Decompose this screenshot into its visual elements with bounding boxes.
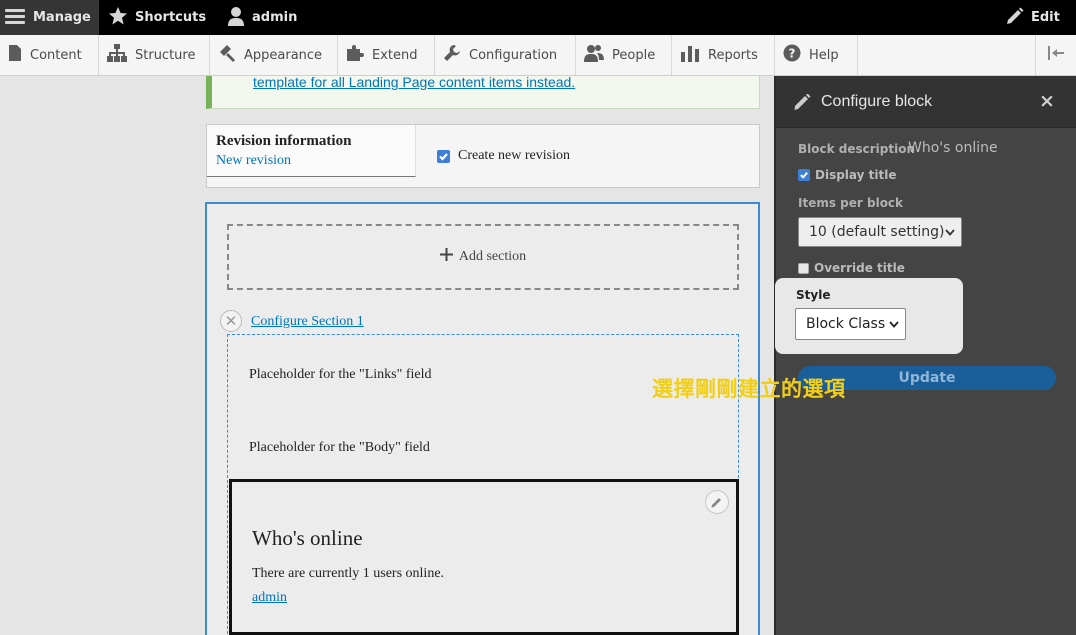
configure-block-dialog: Configure block × Block description Who'…: [774, 76, 1076, 635]
manage-tab[interactable]: Manage: [0, 0, 99, 35]
orientation-toggle[interactable]: [1035, 35, 1076, 75]
close-icon: ✕: [224, 312, 238, 330]
user-icon: [227, 6, 245, 30]
document-icon: [8, 45, 22, 65]
tutorial-annotation: 選擇剛剛建立的選項: [652, 377, 846, 401]
dialog-header: Configure block ×: [776, 76, 1076, 128]
shortcuts-tab[interactable]: Shortcuts: [108, 0, 206, 35]
placeholder-links: Placeholder for the "Links" field: [249, 367, 432, 382]
style-label: Style: [796, 288, 831, 302]
svg-text:?: ?: [789, 47, 796, 61]
override-title-label: Override title: [814, 261, 905, 275]
items-per-block-label: Items per block: [798, 196, 904, 210]
tray-item-label: Structure: [135, 47, 196, 63]
admin-tray: Content Structure Appearance Extend Conf…: [0, 35, 1076, 76]
hamburger-icon: [4, 6, 26, 30]
checkbox-checked-icon[interactable]: [437, 149, 450, 163]
paint-icon: [218, 44, 236, 66]
create-revision-checkbox[interactable]: Create new revision: [437, 148, 570, 164]
block-user-link[interactable]: admin: [252, 590, 287, 606]
revision-box: Revision information New revision Create…: [206, 124, 760, 188]
tray-item-appearance[interactable]: Appearance: [210, 35, 338, 75]
tray-item-label: Configuration: [469, 47, 558, 63]
message-link[interactable]: template for all Landing Page content it…: [253, 76, 575, 90]
create-revision-label: Create new revision: [458, 148, 570, 163]
tray-item-content[interactable]: Content: [0, 35, 99, 75]
block-text: There are currently 1 users online.: [252, 566, 445, 581]
whos-online-block[interactable]: Who's online There are currently 1 users…: [229, 479, 739, 635]
display-title-checkbox[interactable]: Display title: [798, 168, 897, 182]
tray-item-structure[interactable]: Structure: [99, 35, 210, 75]
manage-label: Manage: [33, 10, 91, 25]
people-icon: [584, 44, 604, 66]
tray-item-label: Appearance: [244, 47, 323, 63]
shortcuts-label: Shortcuts: [135, 10, 207, 25]
style-select-value: Block Class: [806, 316, 886, 332]
override-title-checkbox[interactable]: Override title: [798, 261, 905, 275]
items-per-block-select[interactable]: 10 (default setting): [798, 217, 962, 247]
pencil-icon: [794, 93, 811, 115]
layout-builder: Add section ✕ Configure Section 1 Placeh…: [205, 202, 760, 635]
tray-item-configuration[interactable]: Configuration: [435, 35, 576, 75]
items-per-block-value: 10 (default setting): [809, 224, 945, 240]
user-label: admin: [252, 10, 298, 25]
close-button[interactable]: ×: [1039, 90, 1055, 112]
plus-icon: [439, 248, 453, 266]
dialog-title: Configure block: [821, 93, 933, 110]
chevron-down-icon: [889, 316, 899, 332]
revision-tab[interactable]: Revision information New revision: [207, 125, 416, 177]
pin-icon: [1047, 46, 1065, 64]
revision-subtitle: New revision: [216, 153, 292, 168]
tray-item-help[interactable]: ? Help: [775, 35, 858, 75]
block-description-value: Who's online: [908, 140, 998, 156]
tray-item-extend[interactable]: Extend: [338, 35, 435, 75]
help-icon: ?: [783, 44, 801, 66]
edit-tab[interactable]: Edit: [1006, 0, 1060, 35]
chevron-down-icon: [945, 224, 955, 240]
add-section-label: Add section: [458, 249, 527, 264]
tray-item-reports[interactable]: Reports: [672, 35, 775, 75]
revision-title: Revision information: [216, 133, 352, 149]
tray-item-label: Content: [30, 47, 82, 63]
tray-item-label: Extend: [372, 47, 418, 63]
puzzle-icon: [346, 44, 364, 66]
bar-chart-icon: [680, 44, 700, 66]
status-message: template for all Landing Page content it…: [206, 76, 760, 109]
contextual-edit-button[interactable]: [705, 490, 729, 514]
main-content: template for all Landing Page content it…: [0, 76, 774, 635]
display-title-label: Display title: [815, 168, 897, 182]
style-select[interactable]: Block Class: [795, 308, 906, 340]
checkbox-unchecked-icon[interactable]: [798, 262, 809, 274]
tray-item-people[interactable]: People: [576, 35, 672, 75]
add-section-button[interactable]: Add section: [227, 224, 739, 290]
style-field-highlight: Style Block Class: [775, 278, 963, 354]
admin-toolbar: Manage Shortcuts admin Edit: [0, 0, 1076, 35]
remove-section-button[interactable]: ✕: [220, 310, 242, 332]
tray-item-label: People: [612, 47, 656, 63]
user-tab[interactable]: admin: [227, 0, 297, 35]
block-title: Who's online: [252, 526, 363, 550]
star-icon: [108, 6, 128, 30]
wrench-icon: [443, 44, 461, 66]
sitemap-icon: [107, 44, 127, 66]
placeholder-body: Placeholder for the "Body" field: [249, 440, 430, 455]
tray-item-label: Reports: [708, 47, 758, 63]
configure-section-link[interactable]: Configure Section 1: [251, 314, 364, 330]
pencil-icon: [711, 493, 723, 512]
checkbox-checked-icon[interactable]: [798, 169, 810, 181]
edit-label: Edit: [1031, 10, 1060, 25]
block-description-label: Block description: [798, 142, 916, 156]
pencil-icon: [1006, 7, 1024, 29]
tray-item-label: Help: [809, 47, 839, 63]
